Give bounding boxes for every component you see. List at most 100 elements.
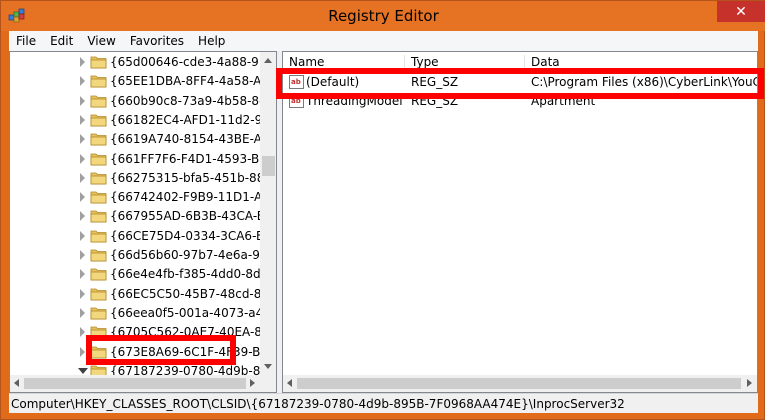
tree-item[interactable]: {66eea0f5-001a-4073-a496-7a	[10, 304, 276, 323]
tree-item-label: {66e4e4fb-f385-4dd0-8d74-a	[110, 267, 277, 282]
tree-item[interactable]: {660b90c8-73a9-4b58-8cae-3	[10, 92, 276, 111]
tree-item[interactable]: {66d56b60-97b7-4e6a-9aa1-3	[10, 246, 276, 265]
menu-view[interactable]: View	[80, 34, 122, 48]
expand-arrow-icon[interactable]	[80, 327, 85, 338]
expand-arrow-open-icon[interactable]	[78, 367, 88, 374]
value-row[interactable]: ab (Default) REG_SZ C:\Program Files (x86)\…	[283, 73, 757, 92]
status-bar-path: Computer\HKEY_CLASSES_ROOT\CLSID\{671872…	[9, 393, 758, 413]
folder-icon	[90, 114, 107, 127]
expand-arrow-icon[interactable]	[80, 57, 85, 67]
tree-item[interactable]: {6619A740-8154-43BE-A186-	[10, 130, 276, 149]
tree-item-label: {66742402-F9B9-11D1-A202-	[110, 190, 277, 205]
value-row[interactable]: ab ThreadingModel REG_SZ Apartment	[283, 92, 757, 111]
tree-item[interactable]: {673E8A69-6C1F-4F39-BF6D-	[10, 343, 276, 362]
scroll-right-icon[interactable]	[250, 379, 255, 387]
tree-item[interactable]: {66275315-bfa5-451b-88b6-e	[10, 169, 276, 188]
close-button[interactable]: ✕	[717, 1, 765, 22]
scrollbar-corner	[260, 375, 276, 392]
title-bar[interactable]: Registry Editor ✕	[1, 1, 765, 31]
tree-item-label: {667955AD-6B3B-43CA-B949	[110, 209, 277, 224]
menu-favorites[interactable]: Favorites	[123, 34, 191, 48]
svg-text:ab: ab	[291, 78, 301, 86]
expand-arrow-icon[interactable]	[80, 288, 85, 299]
scroll-down-icon[interactable]	[264, 364, 272, 369]
expand-arrow-icon[interactable]	[80, 192, 85, 203]
client-area: {673DFE75-9F93-304F-ABA8-InprocServer32{…	[9, 51, 758, 413]
tree-item-label: {66d56b60-97b7-4e6a-9aa1-3	[110, 248, 277, 262]
column-header-name[interactable]: Name	[283, 55, 405, 72]
key-tree-pane[interactable]: {673DFE75-9F93-304F-ABA8-InprocServer32{…	[9, 51, 277, 393]
folder-icon	[90, 153, 107, 165]
expand-arrow-icon[interactable]	[80, 76, 85, 87]
string-value-icon: ab	[289, 75, 304, 89]
scroll-left-icon[interactable]	[14, 379, 19, 387]
tree-vertical-scrollbar[interactable]	[260, 52, 276, 375]
values-pane[interactable]: Name Type Data ab (Default) REG_SZ C:\Progr…	[282, 51, 758, 393]
expand-arrow-icon[interactable]	[80, 172, 85, 183]
tree-item-label: {66EC5C50-45B7-48cd-81D6-	[110, 286, 277, 301]
column-headers: Name Type Data	[283, 52, 757, 72]
column-header-data[interactable]: Data	[525, 55, 757, 72]
tree-item-label: {661FF7F6-F4D1-4593-B59D-	[110, 151, 277, 166]
expand-arrow-icon[interactable]	[80, 307, 85, 318]
value-name: (Default)	[306, 75, 360, 89]
folder-icon	[90, 268, 107, 281]
tree-item-label: {66182EC4-AFD1-11d2-9CB9	[110, 112, 277, 127]
menu-help[interactable]: Help	[191, 34, 232, 48]
column-header-type[interactable]: Type	[405, 55, 525, 72]
expand-arrow-icon[interactable]	[80, 134, 85, 145]
tree-horizontal-scrollbar[interactable]	[10, 375, 260, 392]
tree-item-label: {66275315-bfa5-451b-88b6-e	[110, 170, 277, 185]
tree-item-label: {673E8A69-6C1F-4F39-BF6D-	[110, 344, 277, 359]
tree-vertical-scroll-thumb[interactable]	[262, 156, 275, 176]
menu-edit[interactable]: Edit	[43, 34, 80, 48]
scroll-left-icon[interactable]	[287, 379, 292, 387]
tree-item-label: {66eea0f5-001a-4073-a496-7a	[110, 305, 276, 320]
tree-item[interactable]: {66CE75D4-0334-3CA6-BCA8	[10, 227, 276, 246]
folder-icon	[90, 210, 107, 223]
folder-icon	[90, 307, 107, 320]
scroll-up-icon[interactable]	[264, 58, 272, 63]
folder-icon	[90, 326, 107, 339]
expand-arrow-icon[interactable]	[80, 269, 85, 280]
values-horizontal-scrollbar[interactable]	[283, 375, 757, 392]
expand-arrow-icon[interactable]	[80, 346, 85, 357]
tree-item[interactable]: {667955AD-6B3B-43CA-B949	[10, 207, 276, 226]
expand-arrow-icon[interactable]	[80, 250, 85, 260]
folder-icon	[90, 172, 107, 185]
folder-icon	[90, 75, 107, 88]
tree-item[interactable]: {66EC5C50-45B7-48cd-81D6-	[10, 285, 276, 304]
value-data: C:\Program Files (x86)\CyberLink\YouCam7	[531, 75, 757, 89]
string-value-icon: ab	[289, 94, 304, 108]
svg-text:ab: ab	[291, 97, 301, 105]
folder-icon	[90, 288, 107, 300]
menu-bar: File Edit View Favorites Help	[9, 31, 758, 51]
expand-arrow-icon[interactable]	[80, 114, 85, 125]
tree-item[interactable]: {66182EC4-AFD1-11d2-9CB9	[10, 111, 276, 130]
tree-item[interactable]: {6705C562-0AE7-40EA-8474-	[10, 323, 276, 342]
tree-item[interactable]: {66742402-F9B9-11D1-A202-	[10, 188, 276, 207]
tree-horizontal-scroll-thumb[interactable]	[24, 378, 246, 389]
folder-icon	[90, 133, 107, 146]
expand-arrow-icon[interactable]	[80, 153, 85, 164]
folder-icon	[90, 95, 107, 107]
tree-item-label: {65EE1DBA-8FF4-4a58-AC1C	[110, 74, 277, 89]
tree-item[interactable]: {65d00646-cde3-4a88-9163-6	[10, 53, 276, 72]
folder-icon	[90, 56, 107, 69]
folder-icon	[90, 230, 107, 243]
values-horizontal-scroll-thumb[interactable]	[297, 378, 741, 389]
expand-arrow-icon[interactable]	[80, 211, 85, 222]
close-icon: ✕	[735, 3, 747, 20]
menu-file[interactable]: File	[9, 34, 43, 48]
folder-icon	[90, 346, 107, 358]
folder-icon	[90, 249, 107, 262]
tree-item-label: {6705C562-0AE7-40EA-8474-	[110, 325, 277, 340]
tree-item[interactable]: {66e4e4fb-f385-4dd0-8d74-a	[10, 265, 276, 284]
tree-item-label: {66CE75D4-0334-3CA6-BCA8	[110, 228, 277, 243]
tree-item[interactable]: {65EE1DBA-8FF4-4a58-AC1C	[10, 72, 276, 91]
scroll-right-icon[interactable]	[747, 379, 752, 387]
expand-arrow-icon[interactable]	[80, 95, 85, 106]
value-type: REG_SZ	[411, 75, 459, 89]
expand-arrow-icon[interactable]	[80, 230, 85, 241]
tree-item[interactable]: {661FF7F6-F4D1-4593-B59D-	[10, 150, 276, 169]
